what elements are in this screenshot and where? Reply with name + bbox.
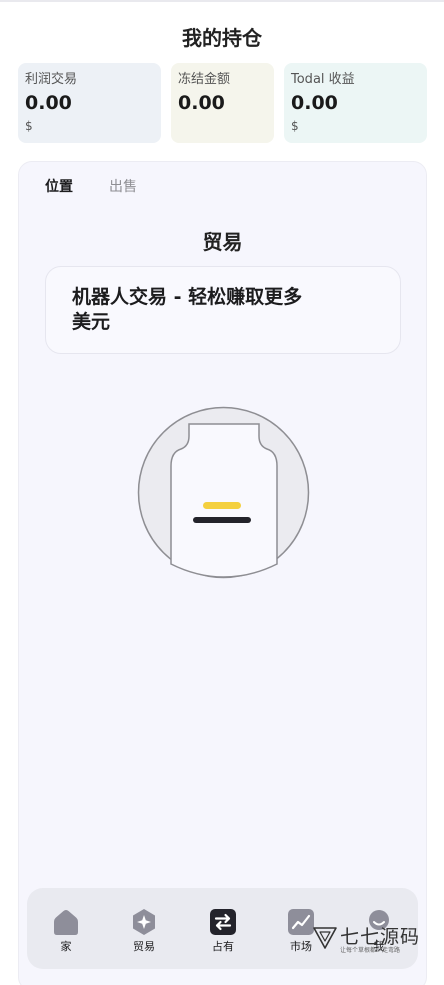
- banner-text: 机器人交易 - 轻松赚取更多美元: [72, 286, 303, 333]
- trade-icon: [133, 909, 155, 935]
- stat-value: 0.00: [178, 92, 225, 114]
- nav-item-trade[interactable]: 贸易: [119, 908, 169, 958]
- stat-label: Todal 收益: [291, 72, 355, 87]
- stat-currency: $: [25, 119, 33, 133]
- tab-sell[interactable]: 出售: [109, 176, 137, 196]
- nav-item-holdings[interactable]: 占有: [198, 908, 248, 958]
- tab-positions[interactable]: 位置: [45, 176, 73, 196]
- top-divider: [0, 0, 444, 2]
- nav-label: 占有: [212, 940, 234, 953]
- stat-card-total-earnings: Todal 收益 0.00 $: [284, 63, 427, 143]
- stat-value: 0.00: [291, 92, 338, 114]
- nav-label: 贸易: [133, 940, 155, 953]
- watermark-subtitle: 让每个草根都少走弯路: [340, 947, 401, 954]
- stat-currency: $: [291, 119, 299, 133]
- holdings-panel: 位置 出售 贸易 机器人交易 - 轻松赚取更多美元: [18, 161, 427, 985]
- robot-trading-banner[interactable]: 机器人交易 - 轻松赚取更多美元: [45, 266, 401, 354]
- market-chart-icon: [288, 909, 314, 935]
- stat-label: 冻结金额: [178, 72, 231, 87]
- watermark-v-icon: [313, 927, 337, 949]
- stat-value: 0.00: [25, 92, 72, 114]
- page-title: 我的持仓: [182, 26, 262, 50]
- exchange-icon: [210, 909, 236, 935]
- nav-item-home[interactable]: 家: [41, 908, 91, 958]
- stat-card-frozen: 冻结金额 0.00: [171, 63, 274, 143]
- stat-card-profit: 利润交易 0.00 $: [18, 63, 161, 143]
- watermark-logo: 七七源码 让每个草根都少走弯路: [312, 922, 422, 958]
- nav-label: 家: [60, 940, 72, 953]
- empty-document-icon: [137, 406, 310, 579]
- home-icon: [54, 910, 78, 935]
- section-title: 贸易: [202, 230, 243, 254]
- stat-label: 利润交易: [25, 72, 78, 87]
- stats-row: 利润交易 0.00 $ 冻结金额 0.00 Todal 收益 0.00 $: [18, 63, 427, 143]
